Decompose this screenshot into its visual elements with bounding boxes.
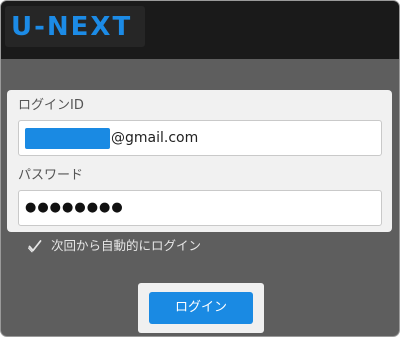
login-id-label: ログインID [18, 98, 84, 113]
login-id-value: @gmail.com [111, 130, 199, 146]
auto-login-label: 次回から自動的にログイン [51, 238, 202, 253]
check-icon [28, 240, 42, 253]
password-value: ●●●●●●●● [25, 200, 124, 215]
login-button-container: ログイン [138, 283, 264, 333]
password-label: パスワード [18, 168, 84, 183]
password-input[interactable]: ●●●●●●●● [18, 190, 382, 226]
login-id-input[interactable]: @gmail.com [18, 120, 382, 156]
header-bar: U-NEXT [1, 1, 399, 59]
redacted-username [25, 128, 110, 149]
auto-login-checkbox[interactable]: 次回から自動的にログイン [28, 237, 201, 255]
logo-text: U-NEXT [11, 12, 133, 42]
app-window: U-NEXT ログインID @gmail.com パスワード ●●●●●●●● … [0, 0, 400, 337]
login-form: ログインID @gmail.com パスワード ●●●●●●●● [7, 90, 392, 232]
login-button[interactable]: ログイン [149, 292, 253, 324]
logo: U-NEXT [5, 6, 145, 47]
